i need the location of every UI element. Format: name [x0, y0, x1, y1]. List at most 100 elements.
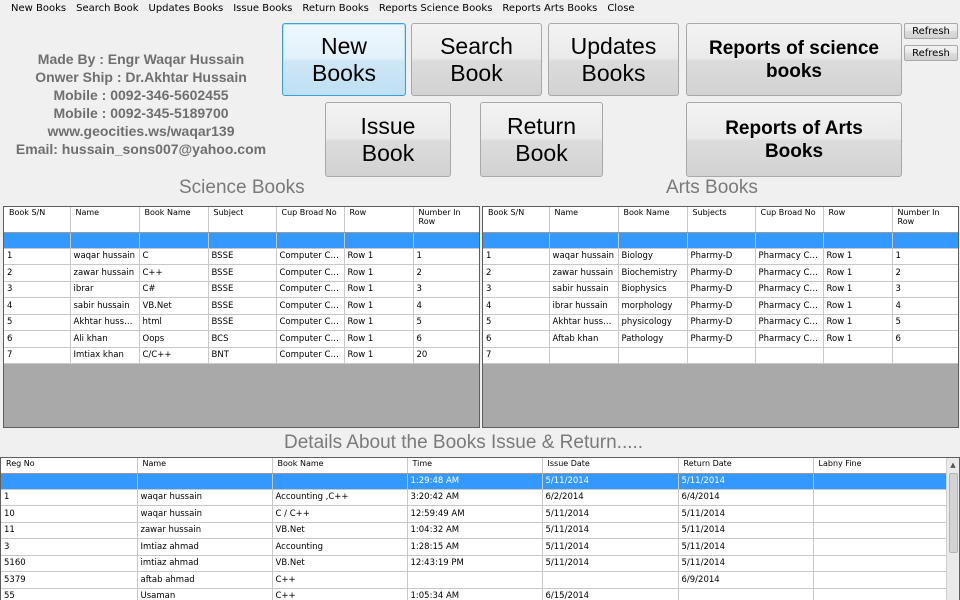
- cell[interactable]: [137, 473, 273, 490]
- cell[interactable]: 6/15/2014: [542, 588, 679, 600]
- cell[interactable]: Oops: [139, 330, 209, 348]
- cell[interactable]: Pharmy-D: [687, 248, 756, 265]
- cell[interactable]: sabir hussain: [549, 281, 619, 298]
- cell[interactable]: Pharmy-D: [687, 264, 756, 282]
- table-row[interactable]: 4 ibrar hussain morphology Pharmy-D Pharmacy…: [483, 297, 958, 315]
- menu-issue-books[interactable]: Issue Books: [228, 0, 297, 18]
- cell[interactable]: Row 1: [344, 281, 414, 298]
- issue-book-button[interactable]: Issue Book: [325, 102, 451, 177]
- menu-reports-arts[interactable]: Reports Arts Books: [497, 0, 602, 18]
- table-row[interactable]: 7: [483, 347, 958, 364]
- cell[interactable]: Pharmacy Cup...: [755, 297, 824, 315]
- cell[interactable]: BSSE: [208, 248, 277, 265]
- table-row[interactable]: 1 waqar hussain C BSSE Computer Cup... Row 11: [4, 248, 479, 265]
- cell[interactable]: 6: [892, 330, 958, 348]
- cell[interactable]: VB.Net: [272, 555, 408, 572]
- cell[interactable]: BSSE: [208, 314, 277, 331]
- menu-reports-science[interactable]: Reports Science Books: [374, 0, 498, 18]
- cell[interactable]: Imtiax khan: [70, 347, 140, 364]
- search-book-button[interactable]: Search Book: [411, 23, 542, 96]
- cell[interactable]: 2: [4, 264, 71, 282]
- cell[interactable]: 4: [413, 297, 479, 315]
- cell[interactable]: zawar hussain: [70, 264, 140, 282]
- column-header[interactable]: Name: [70, 207, 140, 233]
- table-row[interactable]: 11 zawar hussain VB.Net 1:04:32 AM 5/11/2014…: [1, 522, 949, 539]
- cell[interactable]: 1: [892, 248, 958, 265]
- cell[interactable]: Biochemistry: [618, 264, 688, 282]
- reports-arts-button[interactable]: Reports of Arts Books: [686, 102, 902, 177]
- cell[interactable]: 5: [4, 314, 71, 331]
- cell[interactable]: 4: [483, 297, 550, 315]
- cell[interactable]: Row 1: [823, 314, 893, 331]
- menu-search-book[interactable]: Search Book: [71, 0, 143, 18]
- cell[interactable]: zawar hussain: [549, 264, 619, 282]
- cell[interactable]: C / C++: [272, 505, 408, 523]
- column-header[interactable]: Row: [823, 207, 893, 233]
- cell[interactable]: Computer Cup...: [276, 281, 345, 298]
- cell[interactable]: Akhtar hussain: [70, 314, 140, 331]
- cell[interactable]: BSSE: [208, 281, 277, 298]
- refresh-button-2[interactable]: Refresh: [904, 45, 958, 61]
- table-row[interactable]: 3 ibrar C# BSSE Computer Cup... Row 13: [4, 281, 479, 298]
- cell[interactable]: 12:59:49 AM: [407, 505, 543, 523]
- cell[interactable]: Row 1: [823, 297, 893, 315]
- cell[interactable]: 6/2/2014: [542, 489, 679, 506]
- column-header[interactable]: Subjects: [687, 207, 756, 233]
- table-row[interactable]: 1 waqar hussain Biology Pharmy-D Pharmacy Cu…: [483, 248, 958, 265]
- selected-row[interactable]: 1:29:48 AM 5/11/2014 5/11/2014: [1, 473, 949, 490]
- cell[interactable]: [813, 538, 949, 556]
- cell[interactable]: Biophysics: [618, 281, 688, 298]
- cell[interactable]: 10: [1, 505, 138, 523]
- cell[interactable]: C++: [272, 571, 408, 589]
- table-row[interactable]: 7 Imtiax khan C/C++ BNT Computer Cup... Row 1…: [4, 347, 479, 364]
- table-row[interactable]: 10 waqar hussain C / C++ 12:59:49 AM 5/11/20…: [1, 505, 949, 523]
- cell[interactable]: Pharmy-D: [687, 314, 756, 331]
- cell[interactable]: Computer Cup...: [276, 314, 345, 331]
- cell[interactable]: 5160: [1, 555, 138, 572]
- cell[interactable]: 7: [483, 347, 550, 364]
- cell[interactable]: BSSE: [208, 264, 277, 282]
- cell[interactable]: Usaman: [137, 588, 273, 600]
- table-row[interactable]: 6 Ali khan Oops BCS Computer Cup... Row 16: [4, 330, 479, 348]
- reports-science-button[interactable]: Reports of science books: [686, 23, 902, 96]
- cell[interactable]: 2: [413, 264, 479, 282]
- cell[interactable]: [813, 473, 949, 490]
- scroll-up-arrow-icon[interactable]: ▲: [947, 458, 959, 472]
- cell[interactable]: BCS: [208, 330, 277, 348]
- cell[interactable]: [1, 473, 138, 490]
- cell[interactable]: Pharmy-D: [687, 330, 756, 348]
- cell[interactable]: C/C++: [139, 347, 209, 364]
- cell[interactable]: 1: [4, 248, 71, 265]
- cell[interactable]: 5/11/2014: [678, 538, 814, 556]
- cell[interactable]: VB.Net: [272, 522, 408, 539]
- cell[interactable]: 3: [413, 281, 479, 298]
- column-header[interactable]: Name: [137, 458, 273, 474]
- cell[interactable]: Pharmacy Cup...: [755, 264, 824, 282]
- cell[interactable]: C++: [272, 588, 408, 600]
- cell[interactable]: physicology: [618, 314, 688, 331]
- cell[interactable]: 1: [483, 248, 550, 265]
- updates-books-button[interactable]: Updates Books: [548, 23, 679, 96]
- cell[interactable]: [813, 555, 949, 572]
- column-header[interactable]: Time: [407, 458, 543, 474]
- cell[interactable]: Ali khan: [70, 330, 140, 348]
- cell[interactable]: 3: [892, 281, 958, 298]
- cell[interactable]: Accounting ,C++: [272, 489, 408, 506]
- cell[interactable]: waqar hussain: [137, 505, 273, 523]
- cell[interactable]: 5/11/2014: [542, 555, 679, 572]
- menu-updates-books[interactable]: Updates Books: [144, 0, 229, 18]
- cell[interactable]: 5/11/2014: [678, 473, 814, 490]
- cell[interactable]: Row 1: [344, 248, 414, 265]
- cell[interactable]: BNT: [208, 347, 277, 364]
- cell[interactable]: VB.Net: [139, 297, 209, 315]
- cell[interactable]: 5/11/2014: [678, 555, 814, 572]
- column-header[interactable]: Number In Row: [892, 207, 958, 233]
- cell[interactable]: [813, 571, 949, 589]
- cell[interactable]: 1:28:15 AM: [407, 538, 543, 556]
- cell[interactable]: [892, 347, 958, 364]
- cell[interactable]: Pharmy-D: [687, 281, 756, 298]
- cell[interactable]: Accounting: [272, 538, 408, 556]
- column-header[interactable]: Labny Fine: [813, 458, 949, 474]
- table-row[interactable]: 3 sabir hussain Biophysics Pharmy-D Pharmacy…: [483, 281, 958, 298]
- cell[interactable]: Pharmy-D: [687, 297, 756, 315]
